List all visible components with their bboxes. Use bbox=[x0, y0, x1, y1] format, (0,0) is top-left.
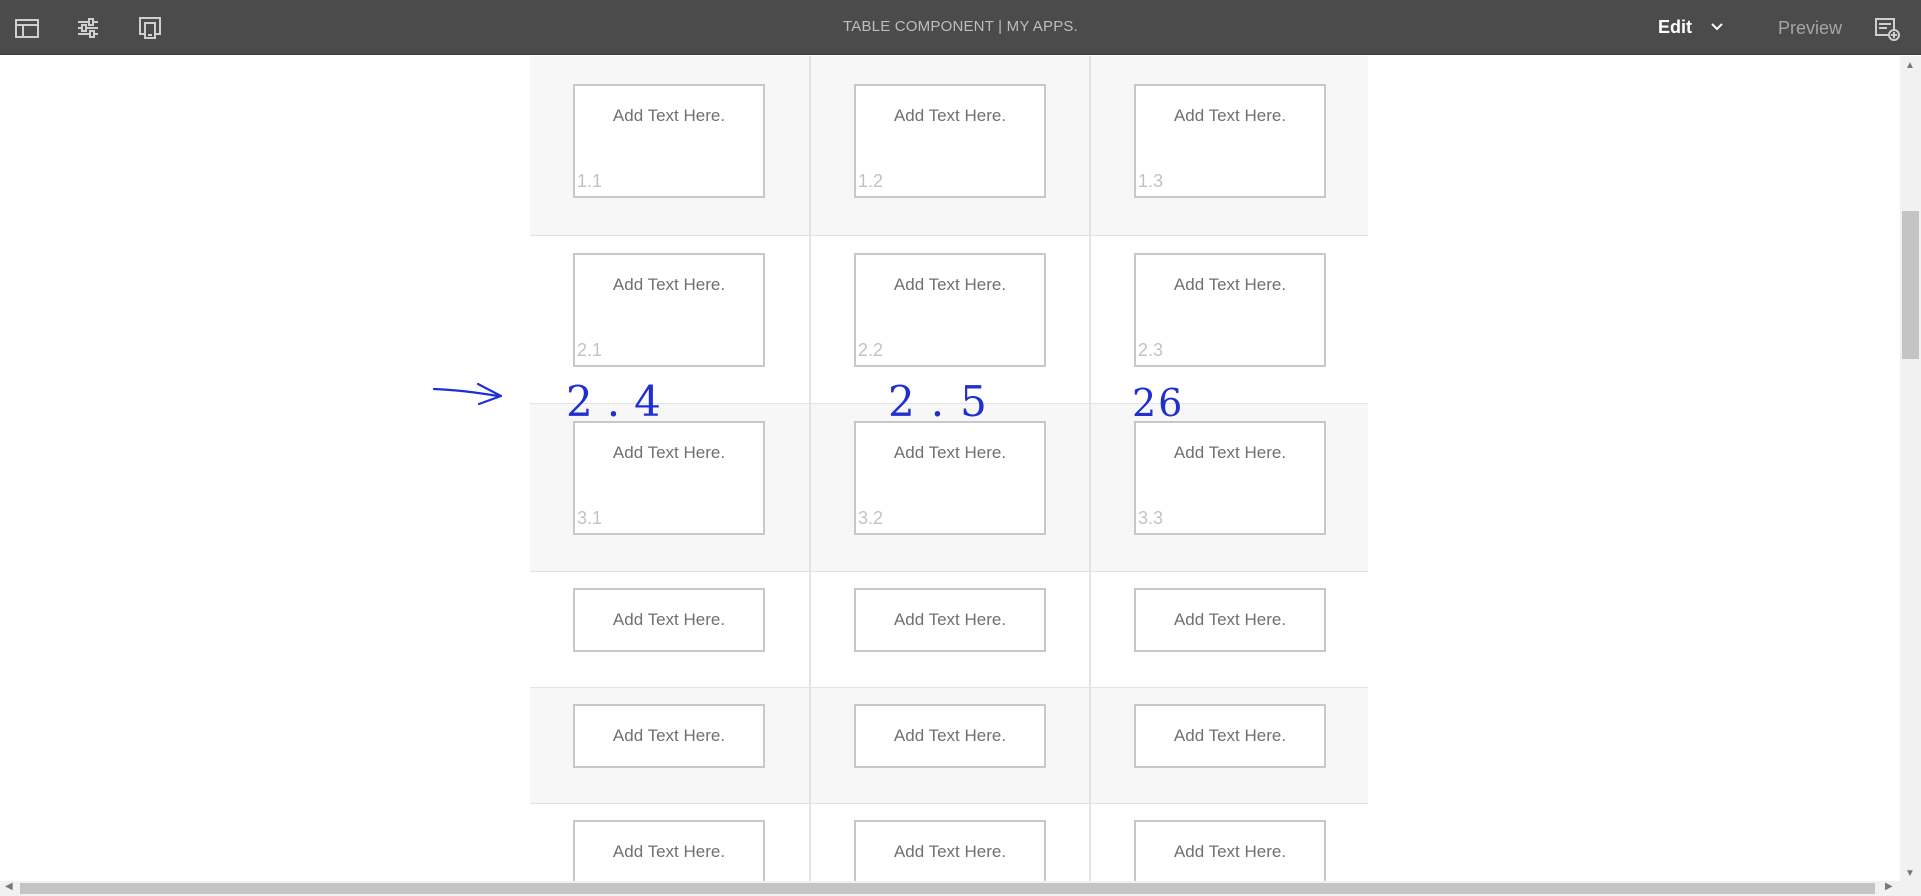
table-cell[interactable]: Add Text Here. 1.1 bbox=[530, 56, 809, 235]
table-component[interactable]: Add Text Here. 1.1 Add Text Here. 1.2 Ad… bbox=[530, 56, 1368, 881]
scroll-up-icon[interactable]: ▲ bbox=[1905, 60, 1915, 71]
text-placeholder: Add Text Here. bbox=[1173, 275, 1287, 294]
text-field[interactable]: Add Text Here. bbox=[854, 704, 1046, 768]
cell-index: 1.2 bbox=[858, 171, 884, 191]
cell-index: 2.1 bbox=[577, 340, 603, 360]
cell-index: 1.1 bbox=[577, 171, 603, 191]
table-cell[interactable]: Add Text Here. 1.2 bbox=[809, 56, 1088, 235]
text-field[interactable]: Add Text Here. 1.3 bbox=[1134, 84, 1326, 198]
page-title: TABLE COMPONENT | MY APPS. bbox=[843, 18, 1078, 35]
text-placeholder: Add Text Here. bbox=[893, 610, 1007, 629]
vertical-scroll-thumb[interactable] bbox=[1902, 211, 1919, 359]
text-field[interactable]: Add Text Here. 2.2 bbox=[854, 253, 1046, 367]
table-cell[interactable]: Add Text Here. 3.3 bbox=[1089, 404, 1368, 571]
text-field[interactable]: Add Text Here. 3.1 bbox=[573, 421, 765, 535]
table-row: Add Text Here. 2.1 Add Text Here. 2.2 Ad… bbox=[530, 236, 1368, 404]
table-cell[interactable]: Add Text Here. 1.3 bbox=[1089, 56, 1368, 235]
text-placeholder: Add Text Here. bbox=[612, 443, 726, 462]
text-field[interactable]: Add Text Here. 1.2 bbox=[854, 84, 1046, 198]
text-placeholder: Add Text Here. bbox=[612, 275, 726, 294]
text-field[interactable]: Add Text Here. 3.2 bbox=[854, 421, 1046, 535]
text-placeholder: Add Text Here. bbox=[893, 106, 1007, 125]
text-field[interactable]: Add Text Here. 2.3 bbox=[1134, 253, 1326, 367]
table-cell[interactable]: Add Text Here. bbox=[530, 804, 809, 881]
table-cell[interactable]: Add Text Here. bbox=[1089, 572, 1368, 687]
text-field[interactable]: Add Text Here. bbox=[573, 588, 765, 652]
cell-index: 2.3 bbox=[1138, 340, 1164, 360]
page-canvas: Add Text Here. 1.1 Add Text Here. 1.2 Ad… bbox=[0, 56, 1900, 881]
horizontal-scrollbar[interactable]: ◀ ▶ bbox=[0, 881, 1900, 896]
text-placeholder: Add Text Here. bbox=[612, 842, 726, 861]
text-placeholder: Add Text Here. bbox=[1173, 610, 1287, 629]
table-row: Add Text Here. 1.1 Add Text Here. 1.2 Ad… bbox=[530, 56, 1368, 236]
table-cell[interactable]: Add Text Here. 2.2 bbox=[809, 236, 1088, 403]
vertical-scrollbar[interactable]: ▲ ▼ bbox=[1900, 56, 1921, 881]
text-field[interactable]: Add Text Here. bbox=[1134, 704, 1326, 768]
table-cell[interactable]: Add Text Here. 3.2 bbox=[809, 404, 1088, 571]
scroll-right-icon[interactable]: ▶ bbox=[1885, 881, 1893, 892]
text-placeholder: Add Text Here. bbox=[1173, 726, 1287, 745]
text-field[interactable]: Add Text Here. bbox=[1134, 588, 1326, 652]
text-field[interactable]: Add Text Here. 3.3 bbox=[1134, 421, 1326, 535]
cell-index: 3.3 bbox=[1138, 508, 1164, 528]
top-toolbar: TABLE COMPONENT | MY APPS. Edit Preview bbox=[0, 0, 1921, 55]
text-field[interactable]: Add Text Here. 2.1 bbox=[573, 253, 765, 367]
scroll-left-icon[interactable]: ◀ bbox=[5, 881, 13, 892]
scroll-down-icon[interactable]: ▼ bbox=[1905, 868, 1915, 879]
chevron-down-icon[interactable] bbox=[1710, 22, 1724, 32]
table-cell[interactable]: Add Text Here. 2.3 bbox=[1089, 236, 1368, 403]
text-placeholder: Add Text Here. bbox=[893, 726, 1007, 745]
cell-index: 3.2 bbox=[858, 508, 884, 528]
table-cell[interactable]: Add Text Here. bbox=[1089, 804, 1368, 881]
table-cell[interactable]: Add Text Here. bbox=[530, 572, 809, 687]
scrollbar-corner bbox=[1900, 881, 1921, 896]
text-field[interactable]: Add Text Here. 1.1 bbox=[573, 84, 765, 198]
text-placeholder: Add Text Here. bbox=[612, 106, 726, 125]
text-placeholder: Add Text Here. bbox=[612, 726, 726, 745]
table-row: Add Text Here. Add Text Here. Add Text H… bbox=[530, 804, 1368, 881]
text-placeholder: Add Text Here. bbox=[893, 275, 1007, 294]
table-cell[interactable]: Add Text Here. bbox=[809, 804, 1088, 881]
cell-index: 2.2 bbox=[858, 340, 884, 360]
text-field[interactable]: Add Text Here. bbox=[573, 704, 765, 768]
text-placeholder: Add Text Here. bbox=[1173, 106, 1287, 125]
text-field[interactable]: Add Text Here. bbox=[1134, 820, 1326, 881]
table-row: Add Text Here. Add Text Here. Add Text H… bbox=[530, 688, 1368, 804]
table-row: Add Text Here. 3.1 Add Text Here. 3.2 Ad… bbox=[530, 404, 1368, 572]
mode-edit-button[interactable]: Edit bbox=[1658, 17, 1692, 38]
cell-index: 3.1 bbox=[577, 508, 603, 528]
table-cell[interactable]: Add Text Here. 2.1 bbox=[530, 236, 809, 403]
table-cell[interactable]: Add Text Here. bbox=[809, 572, 1088, 687]
horizontal-scroll-thumb[interactable] bbox=[20, 883, 1875, 894]
text-placeholder: Add Text Here. bbox=[893, 443, 1007, 462]
table-cell[interactable]: Add Text Here. bbox=[809, 688, 1088, 803]
text-placeholder: Add Text Here. bbox=[612, 610, 726, 629]
table-cell[interactable]: Add Text Here. bbox=[1089, 688, 1368, 803]
table-cell[interactable]: Add Text Here. bbox=[530, 688, 809, 803]
text-field[interactable]: Add Text Here. bbox=[854, 588, 1046, 652]
text-field[interactable]: Add Text Here. bbox=[854, 820, 1046, 881]
text-placeholder: Add Text Here. bbox=[1173, 842, 1287, 861]
text-placeholder: Add Text Here. bbox=[1173, 443, 1287, 462]
table-row: Add Text Here. Add Text Here. Add Text H… bbox=[530, 572, 1368, 688]
annotations-icon[interactable] bbox=[1874, 15, 1900, 41]
cell-index: 1.3 bbox=[1138, 171, 1164, 191]
table-cell[interactable]: Add Text Here. 3.1 bbox=[530, 404, 809, 571]
mode-preview-button[interactable]: Preview bbox=[1778, 18, 1842, 39]
text-placeholder: Add Text Here. bbox=[893, 842, 1007, 861]
text-field[interactable]: Add Text Here. bbox=[573, 820, 765, 881]
